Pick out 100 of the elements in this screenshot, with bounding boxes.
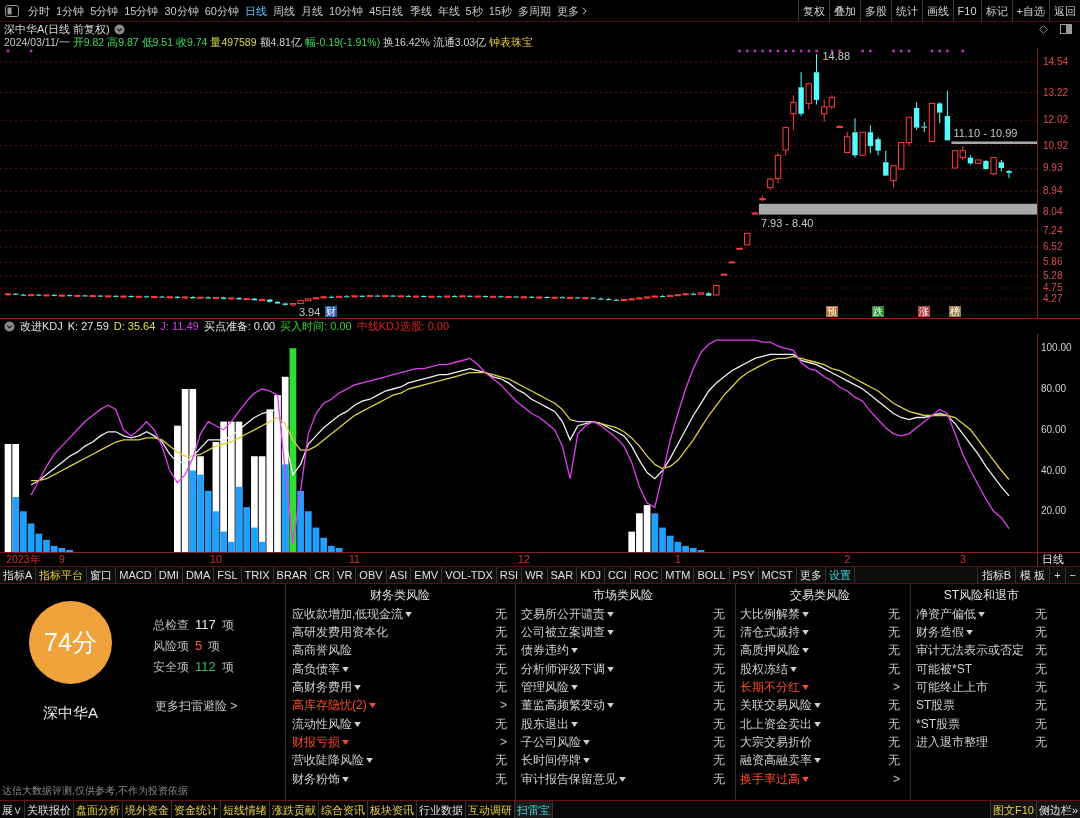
indicator-tab[interactable]: 更多 bbox=[796, 567, 826, 583]
risk-item[interactable]: 审计无法表示或否定 bbox=[916, 643, 1024, 659]
bottom-tab[interactable]: 行业数据 bbox=[417, 801, 466, 818]
indicator-tab[interactable]: CR bbox=[311, 567, 335, 583]
indicator-tab[interactable]: VR bbox=[334, 567, 357, 583]
bottom-tab[interactable]: 关联报价 bbox=[25, 801, 74, 818]
risk-item[interactable]: 高研发费用资本化 bbox=[292, 625, 388, 640]
event-marker[interactable]: 榜 bbox=[949, 306, 962, 317]
period-tab[interactable]: 年线 bbox=[437, 3, 460, 18]
indicator-tab[interactable]: BOLL bbox=[694, 567, 730, 583]
bottom-tab[interactable]: 资金统计 bbox=[172, 801, 221, 818]
indicator-tab[interactable]: RSI bbox=[496, 567, 523, 583]
toolbar-button[interactable]: 叠加 bbox=[828, 0, 860, 21]
indicator-tab[interactable]: − bbox=[1064, 567, 1080, 583]
risk-item[interactable]: 债券违约 bbox=[521, 643, 578, 659]
indicator-tab[interactable]: FSL bbox=[214, 567, 242, 583]
indicator-tab[interactable]: PSY bbox=[729, 567, 759, 583]
event-marker[interactable]: 涨 bbox=[918, 306, 931, 317]
bottom-tab[interactable]: 扫雷宝 bbox=[515, 801, 553, 818]
risk-item[interactable]: 管理风险 bbox=[521, 680, 578, 696]
risk-item[interactable]: 股东退出 bbox=[521, 716, 578, 732]
risk-item[interactable]: 高负债率 bbox=[292, 661, 349, 677]
indicator-tab[interactable]: CCI bbox=[604, 567, 631, 583]
risk-item[interactable]: 北上资金卖出 bbox=[740, 716, 821, 732]
risk-item[interactable]: 分析师评级下调 bbox=[521, 661, 614, 677]
indicator-tab[interactable]: + bbox=[1049, 567, 1065, 583]
event-marker[interactable]: 财 bbox=[325, 306, 338, 317]
indicator-tab[interactable]: 指标B bbox=[976, 567, 1016, 583]
indicator-tab[interactable]: EMV bbox=[411, 567, 443, 583]
risk-item[interactable]: 董监高频繁变动 bbox=[521, 698, 614, 714]
indicator-tab[interactable]: 窗口 bbox=[87, 567, 117, 583]
risk-item[interactable]: 可能终止上市 bbox=[916, 680, 988, 696]
risk-item[interactable]: 子公司风险 bbox=[521, 735, 590, 751]
bottom-tab[interactable]: 境外资金 bbox=[123, 801, 172, 818]
diamond-icon[interactable] bbox=[1039, 24, 1048, 34]
period-tab[interactable]: 15秒 bbox=[488, 3, 512, 18]
risk-item[interactable]: 财务粉饰 bbox=[292, 771, 349, 787]
toolbar-button[interactable]: 返回 bbox=[1049, 0, 1080, 21]
indicator-tab[interactable]: 指标平台 bbox=[36, 567, 88, 583]
period-tab[interactable]: 5秒 bbox=[465, 3, 483, 18]
indicator-tab[interactable]: VOL-TDX bbox=[442, 567, 497, 583]
period-tab[interactable]: 60分钟 bbox=[204, 3, 239, 18]
bottom-tab[interactable]: 盘面分析 bbox=[74, 801, 123, 818]
risk-item[interactable]: 股权冻结 bbox=[740, 661, 797, 677]
window-icon[interactable] bbox=[1060, 24, 1072, 34]
risk-item[interactable]: 可能被*ST bbox=[916, 661, 972, 677]
indicator-tab[interactable]: ROC bbox=[630, 567, 663, 583]
risk-item[interactable]: 财报亏损 bbox=[292, 735, 349, 751]
bottom-tab[interactable]: 侧边栏» bbox=[1035, 801, 1080, 818]
indicator-tab[interactable]: ASI bbox=[386, 567, 412, 583]
indicator-tab[interactable]: BRAR bbox=[273, 567, 312, 583]
chevron-down-icon[interactable] bbox=[4, 321, 15, 332]
risk-item[interactable]: 交易所公开谴责 bbox=[521, 606, 614, 622]
period-tab[interactable]: 45日线 bbox=[369, 3, 404, 18]
risk-item[interactable]: 公司被立案调查 bbox=[521, 625, 614, 640]
risk-item[interactable]: 清仓式减持 bbox=[740, 625, 809, 640]
risk-item[interactable]: 换手率过高 bbox=[740, 771, 809, 787]
risk-item[interactable]: 融资高融卖率 bbox=[740, 753, 821, 769]
bottom-tab[interactable]: 涨跌贡献 bbox=[270, 801, 319, 818]
event-marker[interactable]: 跌 bbox=[872, 306, 885, 317]
event-marker[interactable]: 预 bbox=[825, 306, 838, 317]
risk-item[interactable]: 高库存隐忧(2) bbox=[292, 698, 376, 714]
indicator-tab[interactable]: 设置 bbox=[825, 567, 855, 583]
risk-item[interactable]: 高商誉风险 bbox=[292, 643, 352, 659]
risk-item[interactable]: 长时间停牌 bbox=[521, 753, 590, 769]
toolbar-button[interactable]: +自选 bbox=[1011, 0, 1049, 21]
panel-toggle-icon[interactable] bbox=[5, 4, 19, 17]
toolbar-button[interactable]: 多股 bbox=[859, 0, 891, 21]
risk-item[interactable]: 流动性风险 bbox=[292, 716, 361, 732]
toolbar-button[interactable]: 标记 bbox=[980, 0, 1012, 21]
period-tab[interactable]: 周线 bbox=[273, 3, 295, 18]
indicator-tab[interactable]: MTM bbox=[662, 567, 695, 583]
bottom-tab[interactable]: 板块资讯 bbox=[368, 801, 417, 818]
indicator-tab[interactable]: DMA bbox=[182, 567, 215, 583]
risk-item[interactable]: 进入退市整理 bbox=[916, 735, 988, 751]
bottom-tab[interactable]: 展∨ bbox=[0, 801, 25, 818]
indicator-tab[interactable]: MCST bbox=[758, 567, 797, 583]
risk-item[interactable]: ST股票 bbox=[916, 698, 956, 714]
period-tab[interactable]: 季线 bbox=[409, 3, 432, 18]
bottom-tab[interactable]: 综合资讯 bbox=[319, 801, 368, 818]
risk-item[interactable]: 关联交易风险 bbox=[740, 698, 821, 714]
period-tab[interactable]: 1分钟 bbox=[56, 3, 85, 18]
toolbar-button[interactable]: 复权 bbox=[797, 0, 829, 21]
indicator-tab[interactable]: MACD bbox=[116, 567, 156, 583]
indicator-tab[interactable]: 指标A bbox=[0, 567, 37, 583]
risk-item[interactable]: 高财务费用 bbox=[292, 680, 361, 696]
period-tab[interactable]: 分时 bbox=[28, 3, 50, 18]
indicator-tab[interactable]: OBV bbox=[356, 567, 387, 583]
risk-item[interactable]: 营收陡降风险 bbox=[292, 753, 373, 769]
risk-item[interactable]: 审计报告保留意见 bbox=[521, 771, 626, 787]
period-tab[interactable]: 10分钟 bbox=[329, 3, 364, 18]
indicator-tab[interactable]: WR bbox=[522, 567, 548, 583]
indicator-tab[interactable]: KDJ bbox=[577, 567, 605, 583]
period-tab[interactable]: 15分钟 bbox=[124, 3, 159, 18]
risk-item[interactable]: *ST股票 bbox=[916, 716, 960, 732]
toolbar-button[interactable]: F10 bbox=[952, 0, 981, 21]
indicator-tab[interactable]: SAR bbox=[547, 567, 578, 583]
bottom-tab[interactable]: 图文F10 bbox=[989, 801, 1036, 818]
risk-item[interactable]: 净资产偏低 bbox=[916, 606, 985, 622]
indicator-tab[interactable]: 模 板 bbox=[1015, 567, 1050, 583]
